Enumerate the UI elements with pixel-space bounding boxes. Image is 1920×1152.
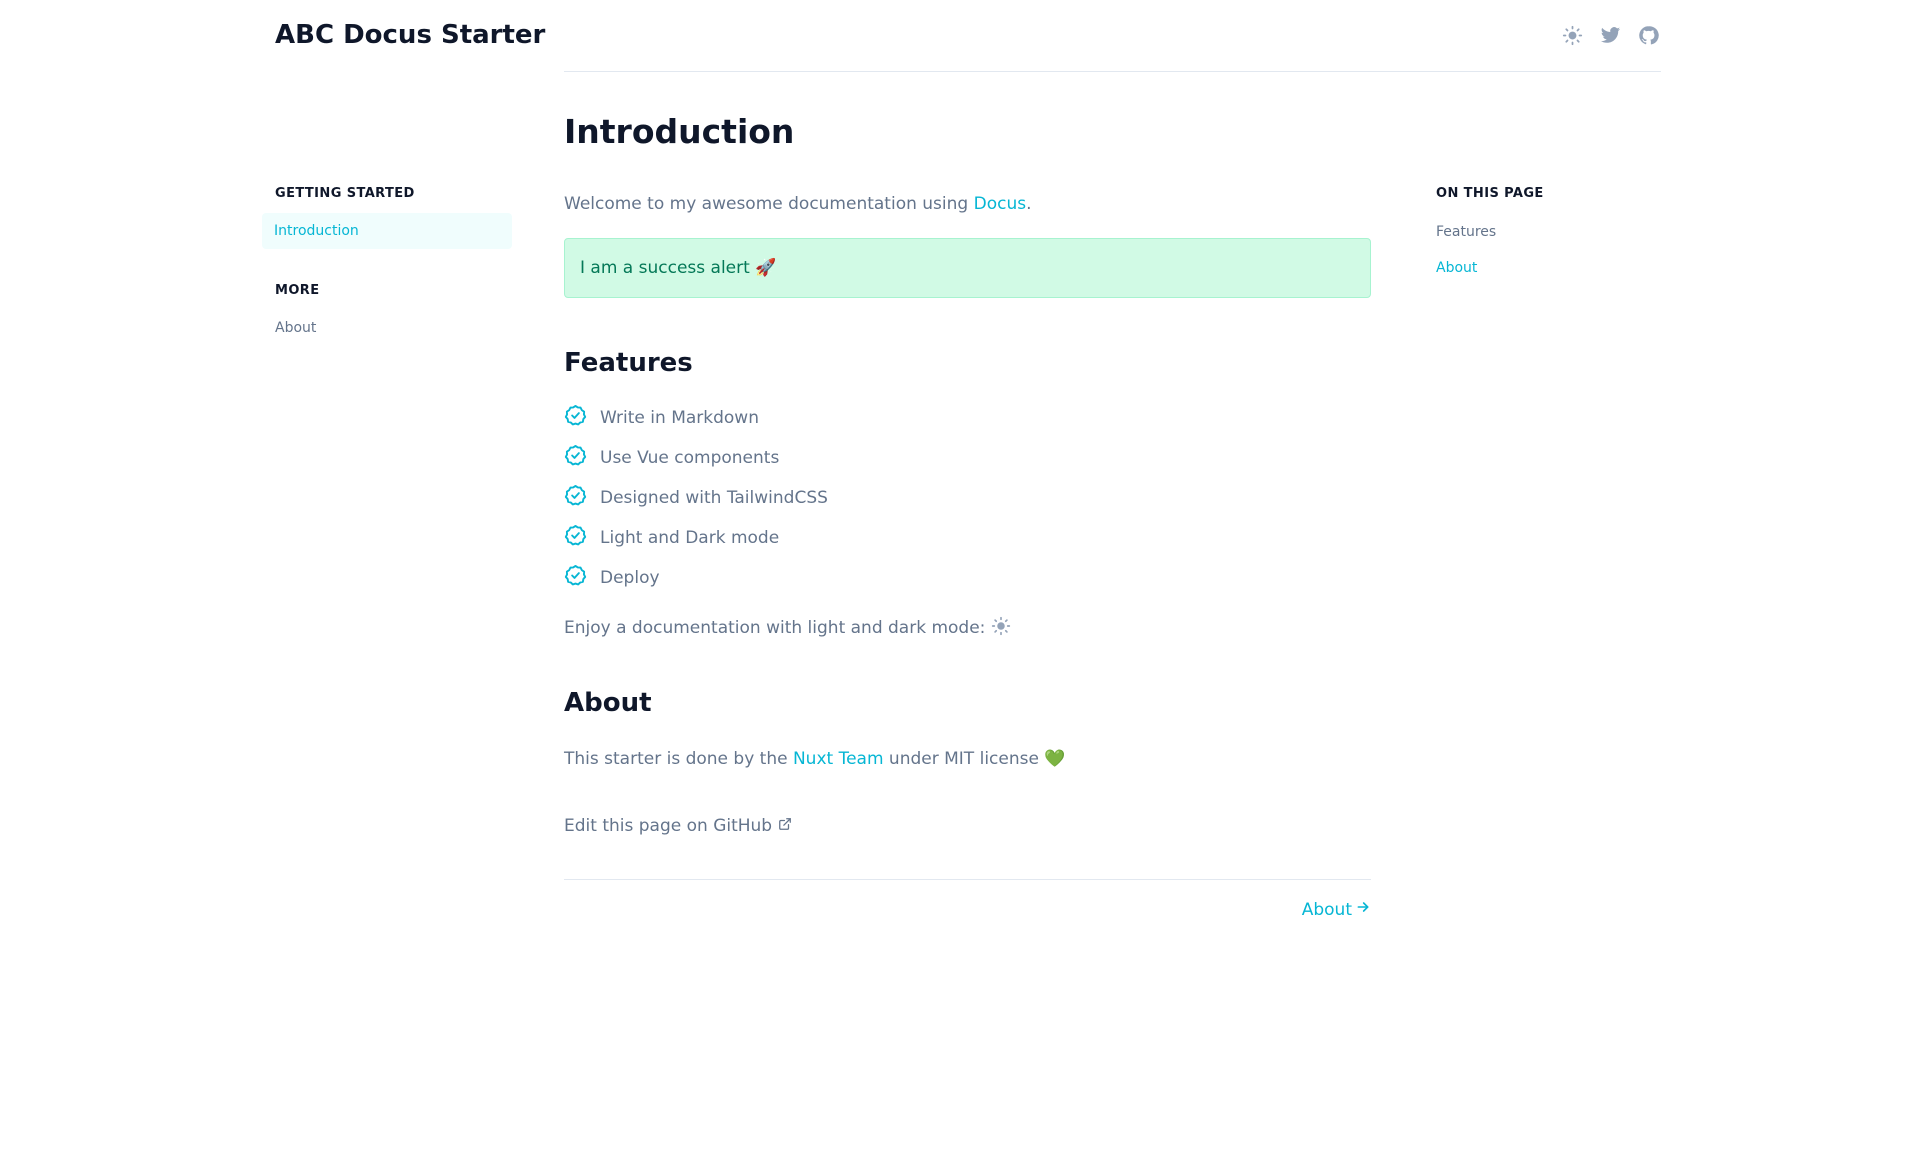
toc-item-features[interactable]: Features <box>1436 224 1496 240</box>
sidebar-heading-getting-started: GETTING STARTED <box>275 186 415 201</box>
check-badge-icon <box>564 444 587 472</box>
feature-label: Write in Markdown <box>600 408 759 428</box>
toc-item-about[interactable]: About <box>1436 260 1477 276</box>
about-heading: About <box>564 688 652 718</box>
about-paragraph: This starter is done by the Nuxt Team un… <box>564 749 1066 769</box>
sun-icon[interactable] <box>1560 23 1584 47</box>
edit-on-github-link[interactable]: Edit this page on GitHub <box>564 816 792 836</box>
about-text-before: This starter is done by the <box>564 749 793 769</box>
mode-text: Enjoy a documentation with light and dar… <box>564 618 986 638</box>
docus-link[interactable]: Docus <box>974 194 1026 214</box>
check-badge-icon <box>564 484 587 512</box>
sidebar-item-introduction[interactable]: Introduction <box>262 213 512 249</box>
feature-label: Use Vue components <box>600 448 780 468</box>
list-item: Deploy <box>564 564 660 592</box>
intro-text: Welcome to my awesome documentation usin… <box>564 194 974 214</box>
mode-paragraph: Enjoy a documentation with light and dar… <box>564 616 1011 641</box>
toc-heading: ON THIS PAGE <box>1436 186 1544 201</box>
list-item: Designed with TailwindCSS <box>564 484 828 512</box>
next-page-label: About <box>1301 899 1352 920</box>
list-item: Write in Markdown <box>564 404 759 432</box>
sidebar-item-label: Introduction <box>274 223 359 239</box>
sidebar-item-about[interactable]: About <box>275 320 316 336</box>
sun-icon[interactable] <box>991 616 1011 641</box>
intro-period: . <box>1026 194 1032 214</box>
check-badge-icon <box>564 524 587 552</box>
header-divider <box>564 71 1661 72</box>
intro-paragraph: Welcome to my awesome documentation usin… <box>564 194 1032 214</box>
list-item: Use Vue components <box>564 444 780 472</box>
edit-link-label: Edit this page on GitHub <box>564 816 773 836</box>
check-badge-icon <box>564 404 587 432</box>
nuxt-team-link[interactable]: Nuxt Team <box>793 749 884 769</box>
check-badge-icon <box>564 564 587 592</box>
arrow-right-icon <box>1355 899 1371 920</box>
feature-label: Designed with TailwindCSS <box>600 488 828 508</box>
sidebar-heading-more: MORE <box>275 283 320 298</box>
page-title: Introduction <box>564 112 795 151</box>
about-text-after: under MIT license 💚 <box>883 749 1066 769</box>
features-heading: Features <box>564 348 693 378</box>
external-link-icon <box>778 816 792 836</box>
success-alert: I am a success alert 🚀 <box>564 238 1371 298</box>
site-title[interactable]: ABC Docus Starter <box>275 20 545 50</box>
feature-label: Deploy <box>600 568 660 588</box>
github-icon[interactable] <box>1636 23 1660 47</box>
feature-label: Light and Dark mode <box>600 528 780 548</box>
next-page-link[interactable]: About <box>1302 899 1371 920</box>
twitter-icon[interactable] <box>1598 23 1622 47</box>
list-item: Light and Dark mode <box>564 524 780 552</box>
content-divider <box>564 879 1371 880</box>
header-actions <box>1560 23 1660 47</box>
